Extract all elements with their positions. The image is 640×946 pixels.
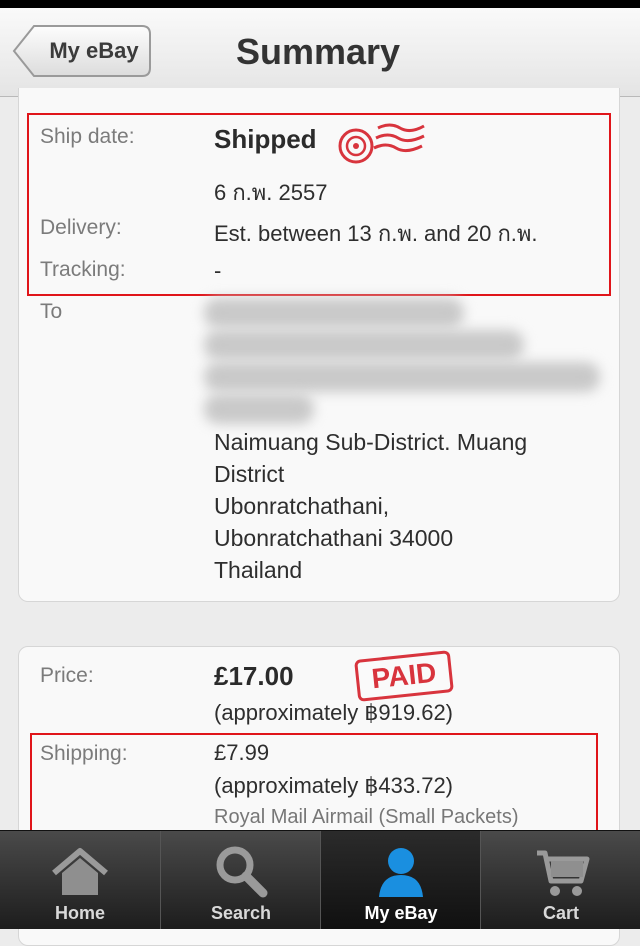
price-label: Price: <box>40 664 94 687</box>
tab-label: Home <box>54 903 105 923</box>
user-icon <box>379 848 423 897</box>
address-line: Naimuang Sub-District. Muang <box>214 429 528 455</box>
ship-date-value: 6 ก.พ. 2557 <box>214 180 328 205</box>
shipping-address: Naimuang Sub-District. Muang District Ub… <box>214 426 594 586</box>
price-approx: (approximately ฿919.62) <box>214 700 454 725</box>
tab-cart[interactable]: Cart <box>480 831 640 929</box>
to-label: To <box>40 300 63 323</box>
tab-label: My eBay <box>364 903 438 923</box>
address-line: District <box>214 461 285 487</box>
address-line: Ubonratchathani 34000 <box>214 525 454 551</box>
tab-my-ebay[interactable]: My eBay <box>320 831 480 929</box>
home-icon <box>52 848 108 895</box>
tab-label: Cart <box>542 903 579 923</box>
tab-label: Search <box>210 903 272 923</box>
address-line: Thailand <box>214 557 303 583</box>
redacted-address-line <box>204 362 600 392</box>
back-button-label: My eBay <box>49 38 139 63</box>
back-button[interactable]: My eBay <box>12 24 152 78</box>
redacted-address-line <box>204 330 524 360</box>
status-bar <box>0 0 640 8</box>
shipping-label: Shipping: <box>40 742 128 765</box>
navigation-bar: My eBay <box>0 8 640 97</box>
price-value: £17.00 <box>214 661 294 691</box>
cart-icon <box>537 850 590 896</box>
shipping-service: Royal Mail Airmail (Small Packets) <box>214 806 519 828</box>
tab-search[interactable]: Search <box>160 831 320 929</box>
tab-bar: Home Search My eBay Cart <box>0 830 640 929</box>
delivery-label: Delivery: <box>40 216 122 239</box>
postmark-icon <box>338 123 425 164</box>
tracking-value: - <box>214 258 222 283</box>
ship-status: Shipped <box>214 124 317 154</box>
tab-home[interactable]: Home <box>0 831 160 929</box>
address-line: Ubonratchathani, <box>214 493 390 519</box>
search-icon <box>216 846 268 898</box>
shipping-value: £7.99 <box>214 740 270 765</box>
shipping-approx: (approximately ฿433.72) <box>214 773 454 798</box>
tracking-label: Tracking: <box>40 258 126 281</box>
redacted-address-line <box>204 394 314 424</box>
ship-date-label: Ship date: <box>40 125 135 148</box>
redacted-name <box>204 298 464 328</box>
delivery-value: Est. between 13 ก.พ. and 20 ก.พ. <box>214 221 538 246</box>
